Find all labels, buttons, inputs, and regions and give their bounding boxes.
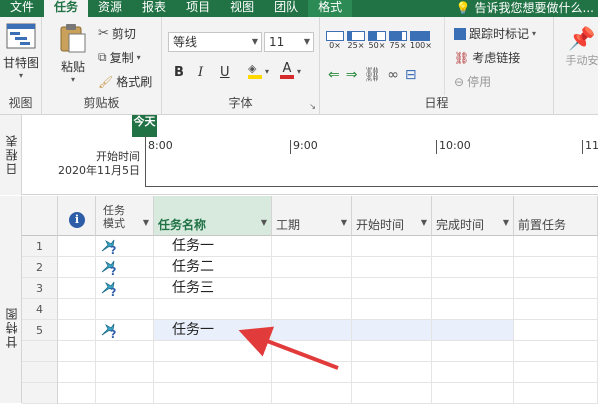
timeline-start-date: 2020年11月5日 — [58, 164, 140, 177]
respect-links-icon: ⛓ — [454, 50, 470, 65]
pushpin-icon: 📌 — [568, 27, 596, 52]
highlight-color-button[interactable]: ◈ ▾ — [248, 63, 269, 79]
timeline-side-label: 日程表 — [0, 115, 22, 195]
format-painter-button[interactable]: 🖌 格式刷 — [98, 73, 152, 90]
timeline-tick: 9:00 — [290, 140, 318, 154]
tab-resource[interactable]: 资源 — [88, 0, 132, 17]
copy-label: 复制 — [109, 51, 134, 65]
timeline-pane[interactable]: 今天 开始时间 2020年11月5日 8:00 9:00 10:00 11 — [22, 115, 598, 195]
font-name-combo[interactable]: 等线 ▼ — [168, 32, 262, 52]
link-tasks-icon[interactable]: ⛓ — [363, 67, 381, 83]
chevron-down-icon: ▼ — [303, 37, 310, 46]
font-name-value: 等线 — [173, 35, 198, 49]
tell-me-box[interactable]: 💡 告诉我您想要做什么... — [456, 0, 598, 17]
indent-outdent-buttons: ⇐ ⇒ ⛓ ∞ ⊟ — [328, 67, 417, 83]
font-color-icon: A — [280, 62, 294, 79]
timeline-tick: 11 — [582, 140, 598, 154]
cut-button[interactable]: ✂ 剪切 — [98, 25, 136, 42]
timeline-start: 开始时间 2020年11月5日 — [58, 150, 140, 178]
inactivate-label: 停用 — [467, 75, 492, 89]
font-group-label: 字体 — [228, 96, 253, 110]
chevron-down-icon: ▼ — [251, 37, 258, 46]
copy-button[interactable]: ⧉ 复制 ▾ — [98, 49, 141, 66]
manually-schedule-label: 手动安 — [565, 54, 598, 67]
timeline-start-label: 开始时间 — [96, 150, 140, 163]
clipboard-group-label: 剪贴板 — [83, 96, 120, 110]
schedule-group-label: 日程 — [424, 96, 449, 110]
timeline-bar — [145, 135, 598, 187]
clipboard-group: 粘贴 ▾ ✂ 剪切 ⧉ 复制 ▾ 🖌 格式刷 剪贴板 — [42, 17, 162, 115]
tab-project[interactable]: 项目 — [176, 0, 220, 17]
split-task-icon[interactable]: ⊟ — [405, 67, 417, 83]
timeline-tick: 8:00 — [145, 140, 173, 154]
manually-schedule-button[interactable]: 📌 手动安 — [562, 27, 598, 68]
tab-team[interactable]: 团队 — [264, 0, 308, 17]
gantt-table: 甘特图 i 任务模式 ▼ 任务名称 ▼ 工期 ▼ 开始时间 ▼ 完成时间 ▼ 前… — [0, 196, 598, 404]
gantt-chart-label: 甘特图 — [2, 56, 39, 70]
dialog-launcher-icon[interactable]: ↘ — [309, 102, 316, 111]
ribbon: 甘特图 ▾ 视图 粘贴 ▾ ✂ 剪切 ⧉ 复制 ▾ 🖌 格式刷 剪贴板 等线 ▼… — [0, 17, 598, 115]
pct-25-button[interactable]: 25× — [347, 31, 365, 50]
tab-file[interactable]: 文件 — [0, 0, 44, 17]
tab-task[interactable]: 任务 — [44, 0, 89, 17]
gantt-chart-icon — [6, 23, 36, 49]
tab-view[interactable]: 视图 — [220, 0, 264, 17]
bold-button[interactable]: B — [174, 65, 184, 80]
inactivate-button[interactable]: ⊖ 停用 — [454, 73, 491, 90]
paste-label: 粘贴 — [60, 60, 85, 74]
tab-report[interactable]: 报表 — [132, 0, 176, 17]
indent-icon[interactable]: ⇒ — [346, 67, 358, 83]
unlink-tasks-icon[interactable]: ∞ — [387, 67, 399, 83]
paintbrush-icon: 🖌 — [98, 74, 114, 89]
font-group: 等线 ▼ 11 ▼ B I U ◈ ▾ A ▾ 字体 ↘ — [162, 17, 320, 115]
italic-button[interactable]: I — [198, 65, 203, 80]
mark-on-track-label: 跟踪时标记 — [469, 27, 530, 41]
gantt-chart-button[interactable]: 甘特图 ▾ — [2, 23, 40, 80]
font-size-combo[interactable]: 11 ▼ — [264, 32, 314, 52]
view-group-label: 视图 — [8, 96, 33, 110]
copy-icon: ⧉ — [98, 50, 107, 64]
font-color-button[interactable]: A ▾ — [280, 62, 301, 79]
annotation-arrow — [238, 326, 339, 370]
pct-75-button[interactable]: 75× — [389, 31, 407, 50]
underline-button[interactable]: U — [220, 65, 230, 80]
scissors-icon: ✂ — [98, 26, 109, 41]
tab-format[interactable]: 格式 — [308, 0, 353, 17]
paint-bucket-icon: ◈ — [248, 63, 262, 79]
pct-50-button[interactable]: 50× — [368, 31, 386, 50]
pct-100-button[interactable]: 100× — [410, 31, 432, 50]
format-painter-label: 格式刷 — [116, 75, 153, 89]
paste-button[interactable]: 粘贴 ▾ — [56, 23, 90, 84]
today-marker: 今天 — [132, 115, 157, 137]
timeline-tick: 10:00 — [436, 140, 471, 154]
track-icon — [454, 27, 466, 40]
outdent-icon[interactable]: ⇐ — [328, 67, 340, 83]
view-group: 甘特图 ▾ 视图 — [0, 17, 42, 115]
ribbon-tab-bar: 文件 任务 资源 报表 项目 视图 团队 格式 💡 告诉我您想要做什么... — [0, 0, 598, 17]
lightbulb-icon: 💡 — [455, 1, 471, 15]
inactivate-icon: ⊖ — [454, 74, 465, 89]
mark-on-track-button[interactable]: 跟踪时标记 ▾ — [454, 25, 536, 42]
respect-links-label: 考虑链接 — [472, 51, 521, 65]
tell-me-text: 告诉我您想要做什么... — [474, 1, 594, 15]
paste-icon — [60, 24, 86, 53]
font-size-value: 11 — [269, 35, 285, 49]
percent-complete-buttons: 0× 25× 50× 75× 100× — [326, 31, 432, 50]
schedule-group: 0× 25× 50× 75× 100× ⇐ ⇒ ⛓ ∞ ⊟ 跟踪时标记 ▾ ⛓ … — [320, 17, 554, 115]
pct-0-button[interactable]: 0× — [326, 31, 344, 50]
respect-links-button[interactable]: ⛓ 考虑链接 — [454, 49, 520, 66]
cut-label: 剪切 — [111, 27, 136, 41]
